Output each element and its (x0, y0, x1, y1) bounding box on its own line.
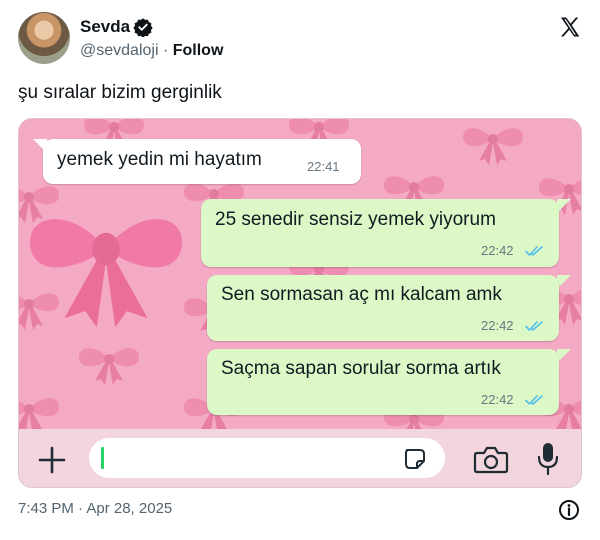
read-ticks-icon (525, 246, 543, 256)
tweet-media-image[interactable]: yemek yedin mi hayatım 22:41 25 senedir … (18, 118, 582, 488)
tweet-timestamp[interactable]: 7:43 PM · Apr 28, 2025 (18, 500, 172, 517)
x-logo-icon[interactable] (558, 15, 582, 39)
avatar[interactable] (18, 12, 70, 64)
author-handle-line: @sevdaloji · Follow (80, 42, 223, 60)
tweet-text: şu sıralar bizim gerginlik (18, 82, 222, 103)
message-time: 22:42 (481, 318, 514, 333)
plus-icon[interactable] (37, 445, 67, 475)
separator-dot: · (162, 42, 169, 59)
follow-button[interactable]: Follow (173, 42, 224, 59)
author-handle[interactable]: @sevdaloji (80, 42, 159, 59)
message-time: 22:41 (307, 159, 340, 174)
message-bubble-outgoing[interactable]: 25 senedir sensiz yemek yiyorum 22:42 (201, 199, 559, 267)
read-ticks-icon (525, 321, 543, 331)
message-text: Sen sormasan aç mı kalcam amk (221, 284, 502, 305)
message-input[interactable] (89, 438, 445, 478)
sticker-icon[interactable] (403, 448, 427, 470)
verified-badge-icon (133, 18, 153, 37)
message-time: 22:42 (481, 392, 514, 407)
camera-icon[interactable] (473, 446, 509, 474)
outgoing-bubble-tail (557, 349, 571, 363)
message-bubble-incoming[interactable]: yemek yedin mi hayatım 22:41 (43, 139, 361, 184)
text-caret (101, 447, 104, 469)
info-icon[interactable] (558, 499, 580, 521)
outgoing-bubble-tail (557, 275, 571, 289)
message-text: yemek yedin mi hayatım (57, 149, 262, 170)
message-bubble-outgoing[interactable]: Saçma sapan sorular sorma artık 22:42 (207, 349, 559, 415)
outgoing-bubble-tail (557, 199, 571, 213)
message-text: Saçma sapan sorular sorma artık (221, 358, 501, 379)
message-bubble-outgoing[interactable]: Sen sormasan aç mı kalcam amk 22:42 (207, 275, 559, 341)
author-display-name[interactable]: Sevda (80, 17, 130, 37)
chat-input-bar (19, 429, 581, 487)
microphone-icon[interactable] (535, 441, 561, 477)
read-ticks-icon (525, 395, 543, 405)
tweet-header: Sevda @sevdaloji · Follow (18, 12, 582, 68)
message-text: 25 senedir sensiz yemek yiyorum (215, 209, 496, 230)
message-time: 22:42 (481, 243, 514, 258)
